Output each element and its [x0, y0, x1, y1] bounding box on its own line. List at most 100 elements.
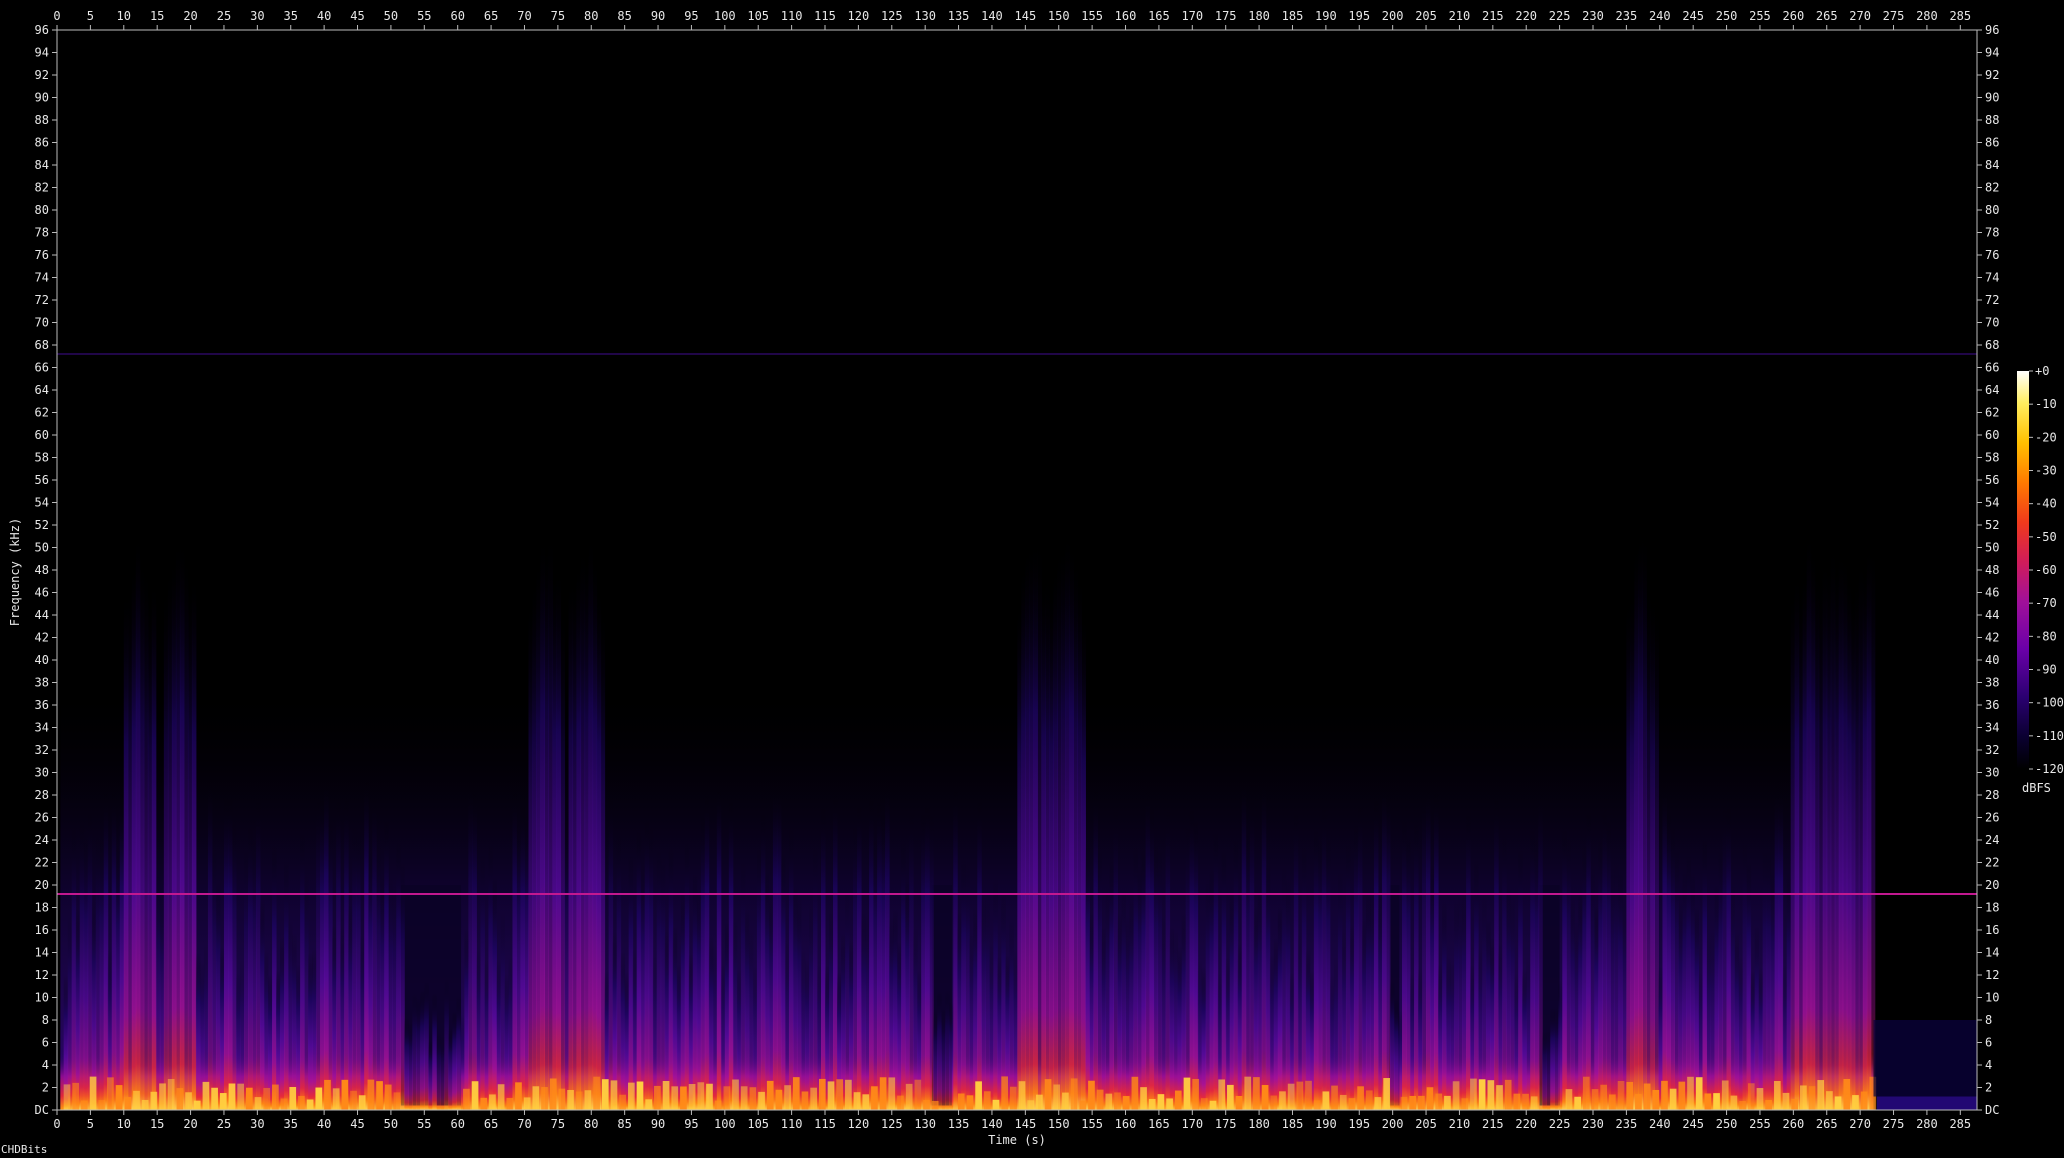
- spectrogram-burst: [1609, 1094, 1616, 1110]
- x-tick-label-top: 200: [1382, 9, 1404, 23]
- spectrogram-column: [324, 773, 329, 1110]
- spectrogram-burst: [575, 1091, 583, 1110]
- spectrogram-column: [308, 952, 313, 1110]
- x-tick-label-top: 140: [981, 9, 1003, 23]
- spectrogram-burst: [680, 1086, 687, 1110]
- spectrogram-column: [1157, 847, 1163, 1110]
- spectrogram-burst: [1444, 1095, 1451, 1110]
- x-tick-label: 235: [1616, 1117, 1638, 1131]
- x-tick-label: 55: [417, 1117, 431, 1131]
- x-tick-label: 230: [1582, 1117, 1604, 1131]
- spectrogram-column: [712, 943, 718, 1110]
- spectrogram-column: [1033, 537, 1038, 1110]
- spectrogram-burst: [150, 1091, 158, 1110]
- spectrogram-column: [67, 916, 73, 1110]
- spectrogram-column: [592, 555, 598, 1110]
- spectrogram-column: [1558, 980, 1563, 1110]
- spectrogram-column: [1790, 586, 1796, 1110]
- spectrogram-column: [1153, 843, 1159, 1110]
- spectrogram-burst: [697, 1082, 705, 1110]
- spectrogram-burst: [89, 1076, 97, 1110]
- y-tick-label: 46: [35, 586, 49, 600]
- spectrogram-column: [1702, 839, 1708, 1110]
- spectrogram-burst: [1834, 1096, 1842, 1110]
- spectrogram-column: [1113, 804, 1119, 1110]
- spectrogram-burst: [1461, 1098, 1469, 1110]
- y-tick-label-right: 84: [1985, 158, 1999, 172]
- colorbar-tick-label: -110: [2035, 729, 2064, 743]
- spectrogram-burst: [1374, 1097, 1382, 1110]
- spectrogram-column: [388, 877, 393, 1110]
- x-tick-label: 110: [781, 1117, 803, 1131]
- spectrogram-column: [1277, 906, 1283, 1110]
- x-tick-label-top: 260: [1783, 9, 1805, 23]
- y-tick-label-right: 52: [1985, 518, 1999, 532]
- y-tick-label-right: 32: [1985, 743, 1999, 757]
- spectrogram-burst: [1044, 1079, 1052, 1110]
- x-tick-label-top: 20: [183, 9, 197, 23]
- spectrogram-column: [480, 852, 485, 1110]
- spectrogram-burst: [1600, 1084, 1608, 1110]
- spectrogram-column: [1069, 540, 1074, 1110]
- y-tick-label-right: 58: [1985, 451, 1999, 465]
- spectrogram-column: [1269, 954, 1275, 1110]
- colorbar: dBFS +0 -10 -20 -30 -40 -50 -60 -70 -80 -90 -100 -1…: [2017, 364, 2064, 795]
- spectrogram-column: [748, 929, 754, 1110]
- spectrogram-column: [1742, 840, 1748, 1110]
- spectrogram-column: [1089, 912, 1094, 1110]
- x-tick-label: 135: [948, 1117, 970, 1131]
- spectrogram-column: [500, 911, 505, 1110]
- spectrogram-burst: [1305, 1080, 1312, 1110]
- y-tick-label: 22: [35, 856, 49, 870]
- spectrogram-burst: [784, 1085, 791, 1110]
- spectrogram-burst: [549, 1078, 557, 1110]
- spectrogram-column: [800, 950, 806, 1110]
- y-tick-label-right: 28: [1985, 788, 1999, 802]
- spectrogram-column: [704, 791, 710, 1110]
- spectrogram-column: [660, 857, 666, 1110]
- spectrogram-column: [71, 827, 77, 1110]
- spectrogram-burst: [966, 1095, 974, 1110]
- y-tick-label-right: 30: [1985, 766, 1999, 780]
- spectrogram-tail: [1876, 1096, 1977, 1110]
- y-tick-label-right: 60: [1985, 428, 1999, 442]
- spectrogram-column: [1810, 544, 1816, 1110]
- spectrogram-burst: [923, 1100, 930, 1110]
- spectrogram-column: [1353, 823, 1359, 1110]
- spectrogram-column: [1462, 894, 1467, 1110]
- x-tick-label-top: 120: [848, 9, 870, 23]
- spectrogram-column: [1317, 839, 1323, 1110]
- spectrogram-column: [1842, 551, 1848, 1110]
- y-tick-label-right: 2: [1985, 1081, 1992, 1095]
- spectrogram-burst: [957, 1093, 965, 1110]
- spectrogram-column: [989, 943, 994, 1110]
- y-tick-label: 24: [35, 833, 49, 847]
- spectrogram-burst: [1140, 1087, 1147, 1110]
- spectrogram-column: [644, 817, 650, 1110]
- y-tick-label-right: 22: [1985, 856, 1999, 870]
- x-tick-label: 95: [684, 1117, 698, 1131]
- spectrogram-column: [648, 826, 654, 1110]
- spectrogram-column: [87, 809, 93, 1110]
- colorbar-tick-label: -60: [2035, 563, 2057, 577]
- y-tick-label-right: 72: [1985, 293, 1999, 307]
- spectrogram-column: [1586, 810, 1591, 1110]
- spectrogram-burst: [1860, 1091, 1868, 1110]
- spectrogram-column: [111, 788, 117, 1110]
- spectrogram-column: [1418, 968, 1423, 1110]
- spectrogram-column: [857, 801, 862, 1110]
- spectrogram-column: [1522, 968, 1527, 1110]
- x-tick-label-top: 205: [1415, 9, 1437, 23]
- x-tick-label-top: 215: [1482, 9, 1504, 23]
- spectrogram-burst: [1843, 1078, 1851, 1110]
- spectrogram-column: [977, 797, 982, 1110]
- spectrogram-chart: 0055101015152020252530303535404045455050…: [8, 9, 2064, 1147]
- spectrogram-column: [700, 814, 706, 1110]
- spectrogram-burst: [1418, 1095, 1425, 1110]
- spectrogram-column: [231, 820, 237, 1110]
- spectrogram-column: [1506, 886, 1511, 1110]
- y-tick-label: 18: [35, 901, 49, 915]
- x-tick-label-top: 275: [1883, 9, 1905, 23]
- spectrogram-burst: [1704, 1093, 1712, 1110]
- spectrogram-burst: [1157, 1094, 1165, 1110]
